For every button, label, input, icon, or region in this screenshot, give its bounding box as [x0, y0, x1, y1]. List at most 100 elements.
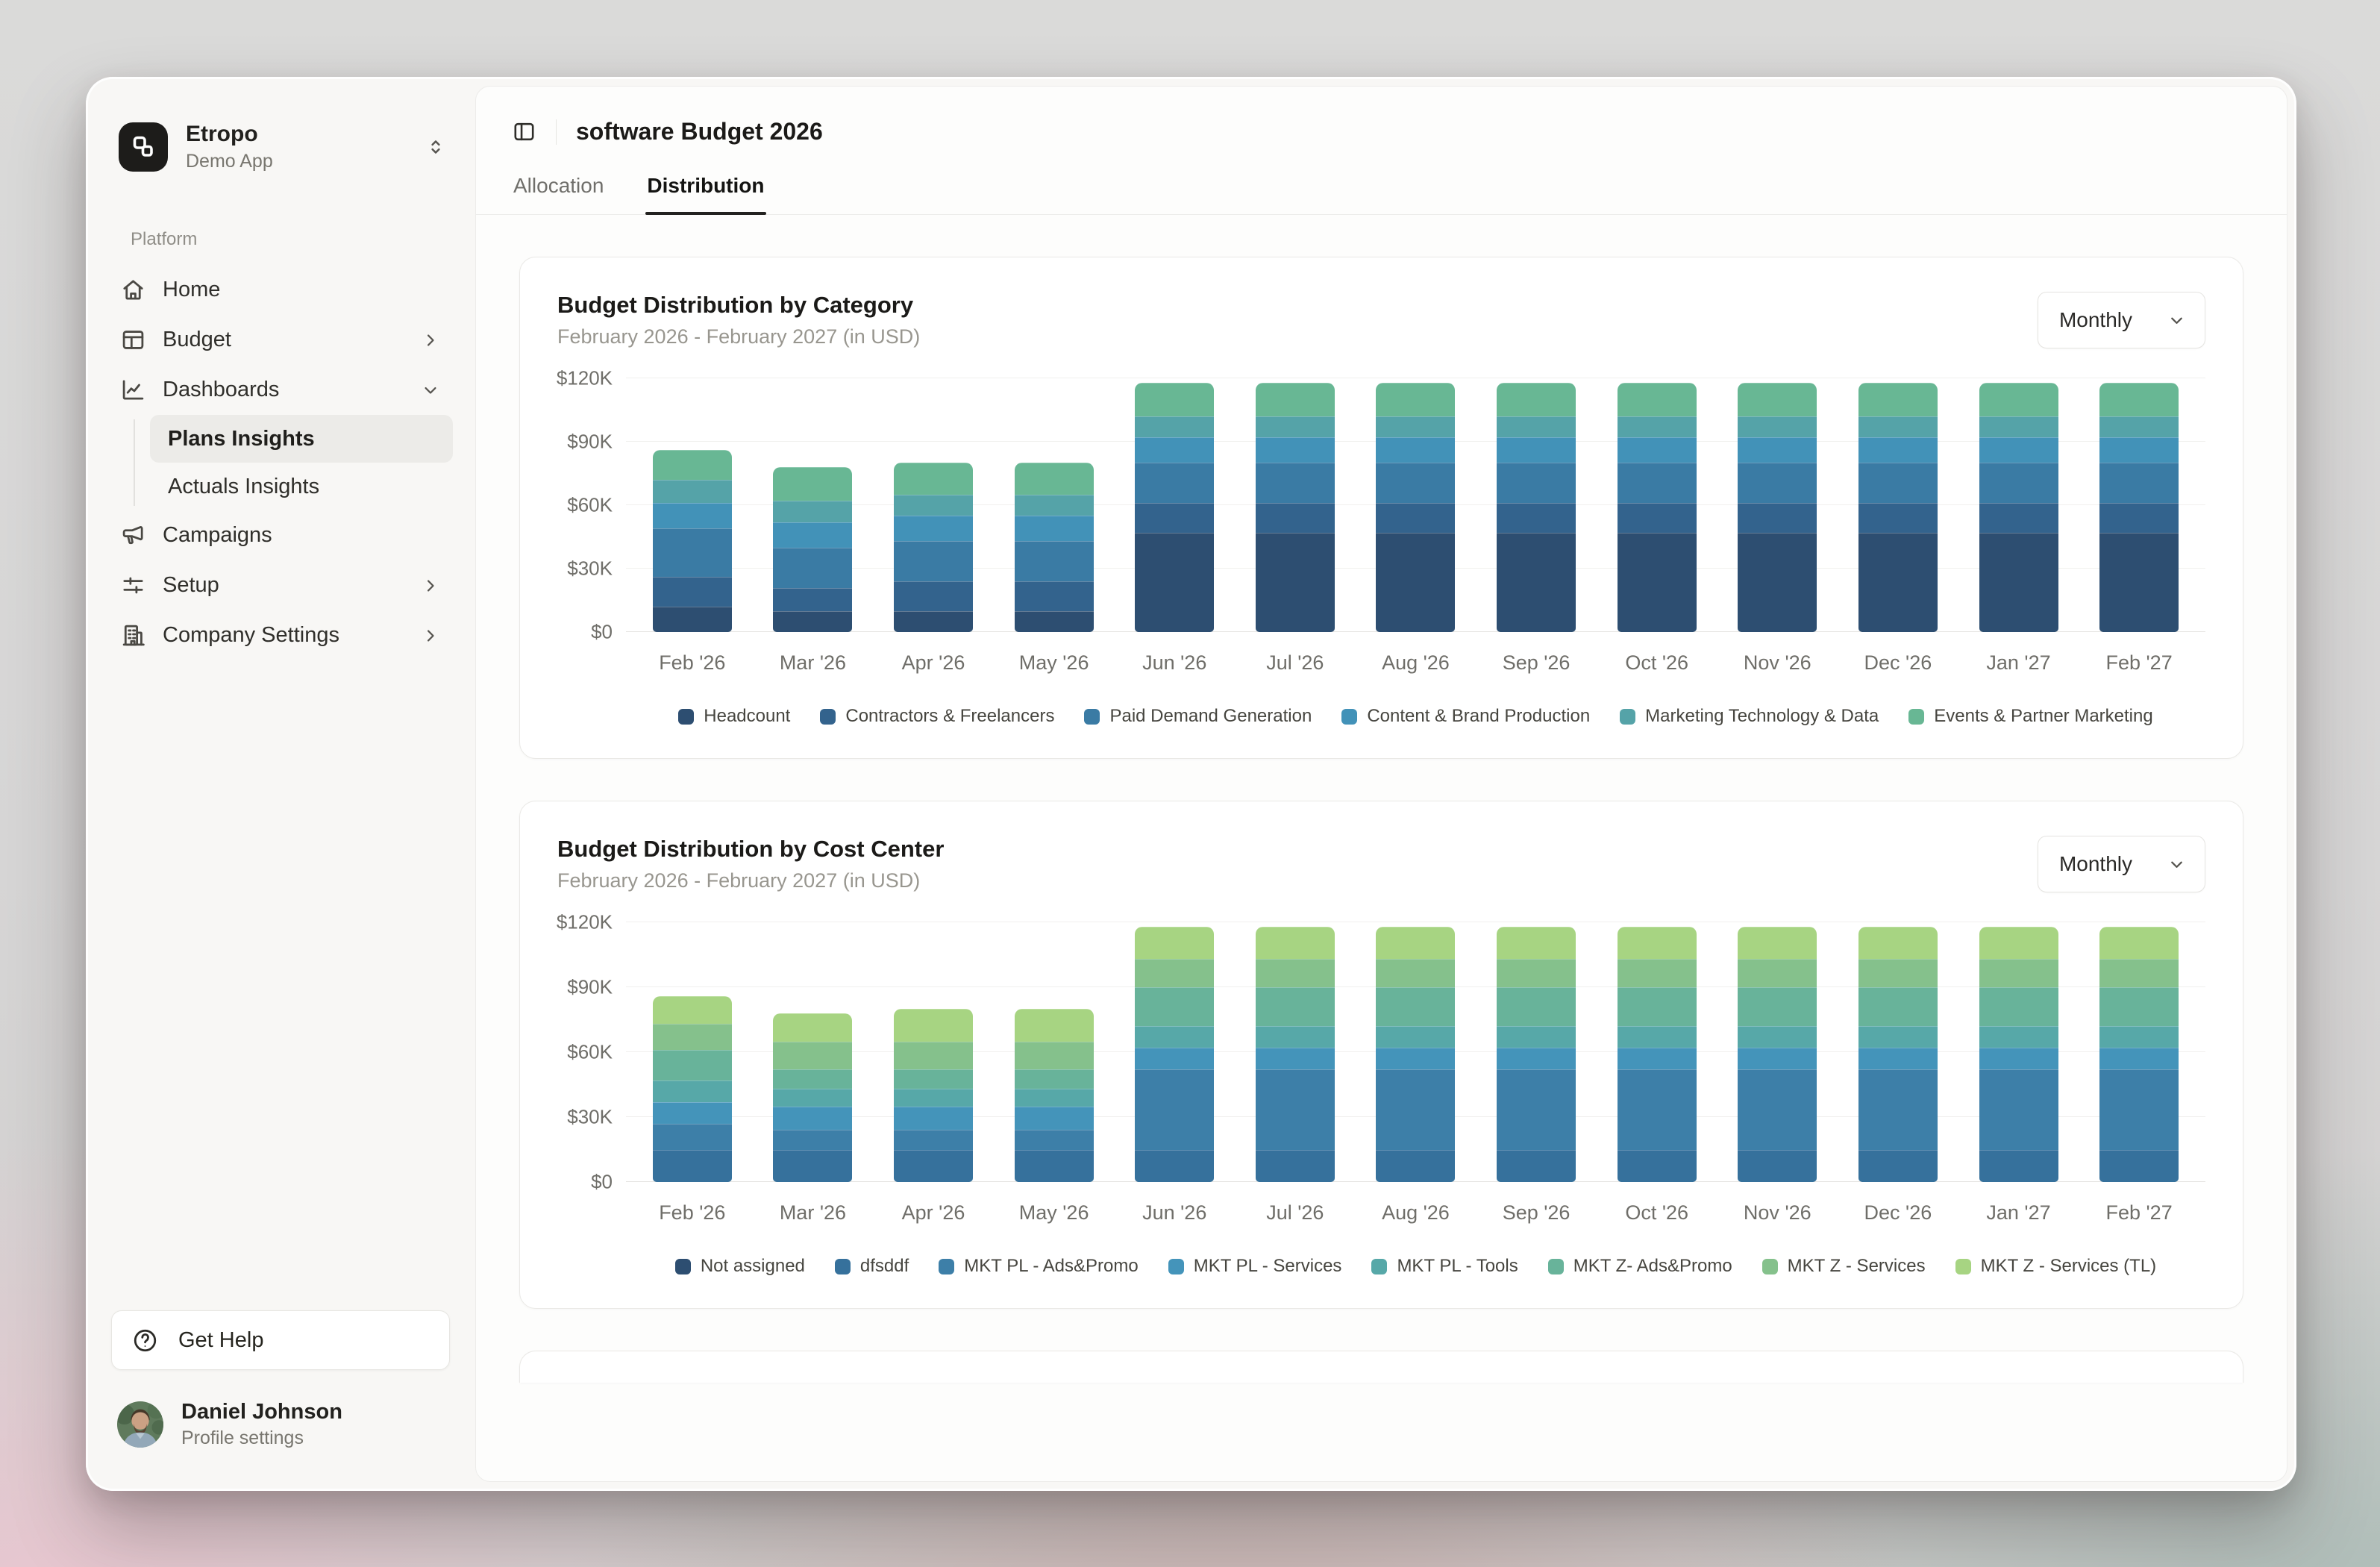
bar-segment [1738, 927, 1817, 960]
chart-bar[interactable] [773, 1013, 852, 1182]
content-scroll-area[interactable]: Budget Distribution by Category February… [476, 215, 2287, 1481]
chart-bar[interactable] [1497, 927, 1576, 1182]
chart-bar[interactable] [2099, 927, 2179, 1182]
sidebar-item-actuals-insights[interactable]: Actuals Insights [150, 463, 453, 510]
plot-area [626, 922, 2205, 1182]
bar-segment [1256, 1048, 1335, 1069]
bar-segment [1497, 1150, 1576, 1183]
bar-segment [1618, 1048, 1697, 1069]
bar-segment [1015, 1042, 1094, 1070]
legend-item[interactable]: MKT PL - Services [1168, 1256, 1342, 1277]
chart-bar[interactable] [1618, 383, 1697, 632]
tab-distribution[interactable]: Distribution [647, 174, 764, 214]
workspace-switcher[interactable]: Etropo Demo App [119, 122, 447, 172]
legend-item[interactable]: MKT Z- Ads&Promo [1548, 1256, 1732, 1277]
legend-item[interactable]: Contractors & Freelancers [820, 706, 1054, 727]
chart-bar[interactable] [1376, 927, 1455, 1182]
period-select[interactable]: Monthly [2038, 292, 2205, 348]
tab-allocation[interactable]: Allocation [513, 174, 604, 214]
chart-bar[interactable] [1979, 383, 2058, 632]
chart-bar[interactable] [1858, 927, 1938, 1182]
bar-segment [1858, 1150, 1938, 1183]
bar-segment [894, 1069, 973, 1089]
legend-swatch [1168, 1259, 1184, 1274]
chart-bar[interactable] [1256, 927, 1335, 1182]
bar-segment [1618, 416, 1697, 437]
legend-item[interactable]: MKT Z - Services (TL) [1955, 1256, 2157, 1277]
sidebar-item-dashboards[interactable]: Dashboards [108, 365, 453, 415]
get-help-button[interactable]: Get Help [111, 1310, 450, 1370]
x-axis-tick: Aug '26 [1376, 1201, 1455, 1224]
chart-bar[interactable] [894, 1009, 973, 1182]
period-select[interactable]: Monthly [2038, 836, 2205, 892]
legend-item[interactable]: MKT Z - Services [1762, 1256, 1926, 1277]
chart-bar[interactable] [1738, 383, 1817, 632]
chart-bar[interactable] [894, 463, 973, 632]
bar-segment [1497, 437, 1576, 463]
chart-bar[interactable] [653, 996, 732, 1182]
sidebar-item-budget[interactable]: Budget [108, 315, 453, 365]
chart-bar[interactable] [773, 467, 852, 632]
x-axis-tick: Oct '26 [1618, 1201, 1697, 1224]
chart-bar[interactable] [2099, 383, 2179, 632]
chart-bar[interactable] [1618, 927, 1697, 1182]
bar-segment [653, 577, 732, 607]
legend-item[interactable]: Content & Brand Production [1341, 706, 1590, 727]
chart-bar[interactable] [1015, 463, 1094, 632]
chart-bar[interactable] [1256, 383, 1335, 632]
y-axis-tick: $30K [567, 557, 613, 581]
bar-segment [1376, 927, 1455, 960]
bar-segment [653, 1024, 732, 1050]
chevron-up-down-icon[interactable] [425, 136, 447, 158]
bar-segment [1738, 959, 1817, 987]
x-axis-tick: Sep '26 [1497, 651, 1576, 675]
chevron-down-icon [2167, 310, 2187, 331]
bar-segment [894, 1042, 973, 1070]
chart-bar[interactable] [1135, 383, 1214, 632]
bar-segment [1979, 416, 2058, 437]
chart-bar[interactable] [1497, 383, 1576, 632]
x-axis-tick: Jul '26 [1256, 651, 1335, 675]
stacked-bar-chart: $0$30K$60K$90K$120KFeb '26Mar '26Apr '26… [557, 378, 2205, 727]
user-profile[interactable]: Daniel Johnson Profile settings [117, 1400, 450, 1449]
legend-item[interactable]: Paid Demand Generation [1084, 706, 1312, 727]
legend-item[interactable]: MKT PL - Ads&Promo [939, 1256, 1138, 1277]
y-axis-tick: $90K [567, 976, 613, 999]
chart-bar[interactable] [1135, 927, 1214, 1182]
y-axis-tick: $120K [557, 367, 613, 390]
bar-segment [1618, 463, 1697, 503]
bar-segment [1015, 581, 1094, 611]
chart-bar[interactable] [1979, 927, 2058, 1182]
bar-segment [1256, 533, 1335, 632]
sidebar-item-home[interactable]: Home [108, 265, 453, 315]
bar-segment [1497, 927, 1576, 960]
legend-item[interactable]: Headcount [678, 706, 790, 727]
y-axis-tick: $90K [567, 431, 613, 454]
bar-segment [1376, 533, 1455, 632]
panel-left-icon[interactable] [512, 119, 536, 144]
period-select-value: Monthly [2059, 308, 2132, 332]
chart-bar[interactable] [653, 450, 732, 632]
x-axis-tick: Apr '26 [894, 651, 973, 675]
sidebar-item-plans-insights[interactable]: Plans Insights [150, 415, 453, 463]
bar-segment [1376, 1069, 1455, 1149]
bar-segment [2099, 959, 2179, 987]
legend-item[interactable]: dfsddf [835, 1256, 909, 1277]
chart-bar[interactable] [1376, 383, 1455, 632]
bar-segment [1256, 416, 1335, 437]
chart-bar[interactable] [1738, 927, 1817, 1182]
legend-item[interactable]: Not assigned [675, 1256, 805, 1277]
legend-item[interactable]: MKT PL - Tools [1371, 1256, 1518, 1277]
legend-item[interactable]: Events & Partner Marketing [1908, 706, 2152, 727]
sidebar-item-company-settings[interactable]: Company Settings [108, 610, 453, 660]
sidebar-item-setup[interactable]: Setup [108, 560, 453, 610]
chart-title: Budget Distribution by Category [557, 292, 920, 319]
legend-item[interactable]: Marketing Technology & Data [1620, 706, 1879, 727]
bar-segment [1135, 533, 1214, 632]
chart-bar[interactable] [1858, 383, 1938, 632]
chart-bar[interactable] [1015, 1009, 1094, 1182]
sidebar-item-campaigns[interactable]: Campaigns [108, 510, 453, 560]
bar-segment [1979, 1026, 2058, 1048]
bar-segment [1738, 463, 1817, 503]
bar-segment [1015, 495, 1094, 516]
